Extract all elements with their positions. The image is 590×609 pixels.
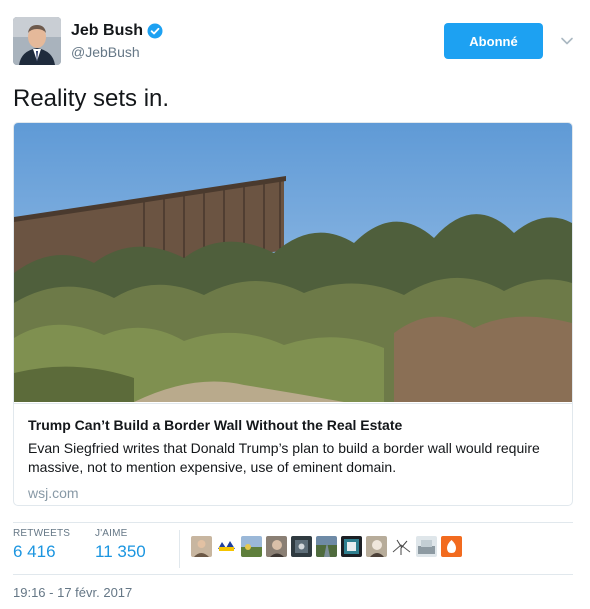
liker-avatar[interactable]	[366, 536, 387, 557]
divider	[13, 574, 573, 575]
card-domain[interactable]: wsj.com	[28, 484, 558, 502]
author-names: Jeb Bush @JebBush	[71, 21, 163, 62]
liker-avatar[interactable]	[266, 536, 287, 557]
author-display-name[interactable]: Jeb Bush	[71, 21, 163, 41]
liker-avatars	[191, 536, 462, 557]
likes-count[interactable]: 11 350	[95, 542, 146, 562]
card-image[interactable]	[14, 123, 572, 402]
likes-label: J'AIME	[95, 528, 128, 539]
chevron-down-icon[interactable]	[559, 33, 575, 49]
author-display-name-text[interactable]: Jeb Bush	[71, 21, 143, 41]
follow-button[interactable]: Abonné	[444, 23, 543, 59]
liker-avatar[interactable]	[241, 536, 262, 557]
tweet-timestamp[interactable]: 19:16 - 17 févr. 2017	[13, 585, 132, 600]
tweet-stats: RETWEETS 6 416 J'AIME 11 350	[13, 528, 573, 572]
retweets-label: RETWEETS	[13, 528, 71, 539]
liker-avatar[interactable]	[216, 536, 237, 557]
liker-avatar[interactable]	[316, 536, 337, 557]
divider	[13, 522, 573, 523]
liker-avatar[interactable]	[416, 536, 437, 557]
likes-stat[interactable]: J'AIME 11 350	[95, 528, 146, 562]
retweets-stat[interactable]: RETWEETS 6 416	[13, 528, 70, 562]
tweet-header: Jeb Bush @JebBush Abonné	[13, 17, 577, 67]
author-handle[interactable]: @JebBush	[71, 42, 163, 62]
tweet-text: Reality sets in.	[13, 85, 170, 112]
card-body[interactable]: Trump Can’t Build a Border Wall Without …	[14, 403, 572, 505]
liker-avatar[interactable]	[341, 536, 362, 557]
link-card[interactable]: Trump Can’t Build a Border Wall Without …	[13, 122, 573, 506]
liker-avatar[interactable]	[291, 536, 312, 557]
liker-avatar[interactable]	[441, 536, 462, 557]
author-avatar[interactable]	[13, 17, 61, 65]
stats-separator	[179, 530, 180, 568]
verified-badge-icon	[147, 23, 163, 39]
liker-avatar[interactable]	[191, 536, 212, 557]
liker-avatar[interactable]	[391, 536, 412, 557]
card-title[interactable]: Trump Can’t Build a Border Wall Without …	[28, 416, 558, 434]
retweets-count[interactable]: 6 416	[13, 542, 70, 562]
card-description: Evan Siegfried writes that Donald Trump’…	[28, 440, 540, 475]
